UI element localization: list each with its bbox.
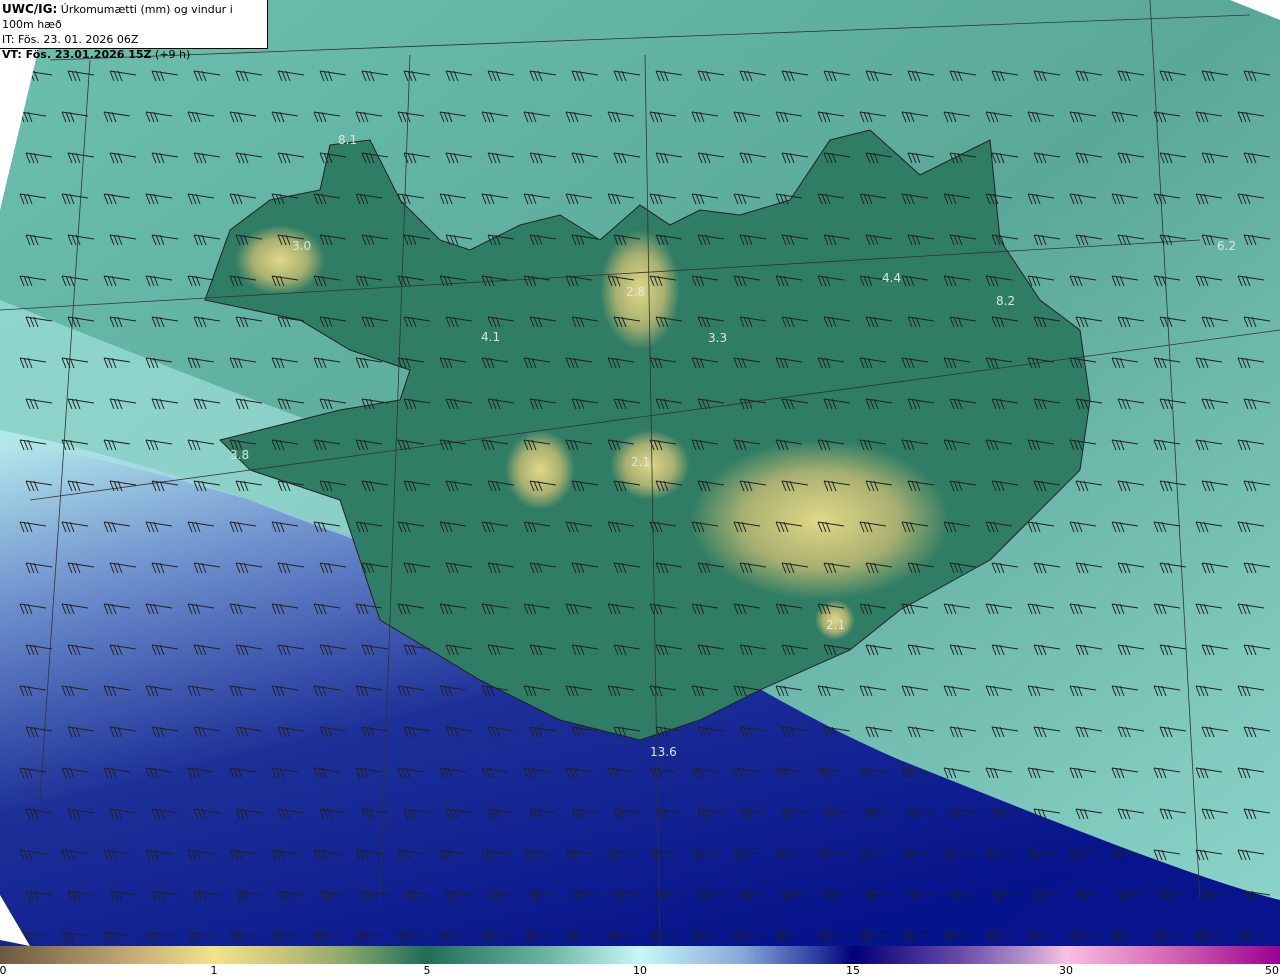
value-label: 4.1 — [481, 330, 501, 344]
colorbar — [0, 946, 1280, 964]
high-ground — [690, 440, 950, 600]
value-label: 3.0 — [292, 239, 312, 253]
value-label: 2.1 — [631, 455, 651, 469]
colorbar-tick: 5 — [423, 964, 431, 977]
value-label: 8.2 — [996, 294, 1016, 308]
value-label: 4.4 — [882, 271, 902, 285]
model-label: UWC/IG: — [2, 2, 58, 16]
map-title-box: UWC/IG: Úrkomumætti (mm) og vindur i 100… — [0, 0, 268, 61]
value-label: 2.8 — [626, 285, 646, 299]
colorbar-tick: 15 — [846, 964, 860, 977]
colorbar-tick: 50 — [1265, 964, 1279, 977]
value-label: 6.2 — [1217, 239, 1237, 253]
initial-time: IT: Fös. 23. 01. 2026 06Z — [2, 33, 139, 46]
valid-time: VT: Fös. 23.01.2026 15Z — [2, 48, 152, 61]
value-label: 13.6 — [650, 745, 677, 759]
colorbar-tick: 0 — [0, 964, 7, 977]
colorbar-ticks: 0 1 5 10 15 30 50 — [0, 964, 1280, 978]
colorbar-tick: 10 — [633, 964, 647, 977]
value-label: 8.1 — [338, 133, 358, 147]
lead-time: (+9 h) — [155, 48, 191, 61]
value-label: 3.3 — [708, 331, 728, 345]
colorbar-tick: 30 — [1059, 964, 1073, 977]
value-label: 3.8 — [230, 448, 250, 462]
colorbar-tick: 1 — [210, 964, 218, 977]
value-label: 2.1 — [826, 618, 846, 632]
precipitation-map — [0, 0, 1280, 946]
